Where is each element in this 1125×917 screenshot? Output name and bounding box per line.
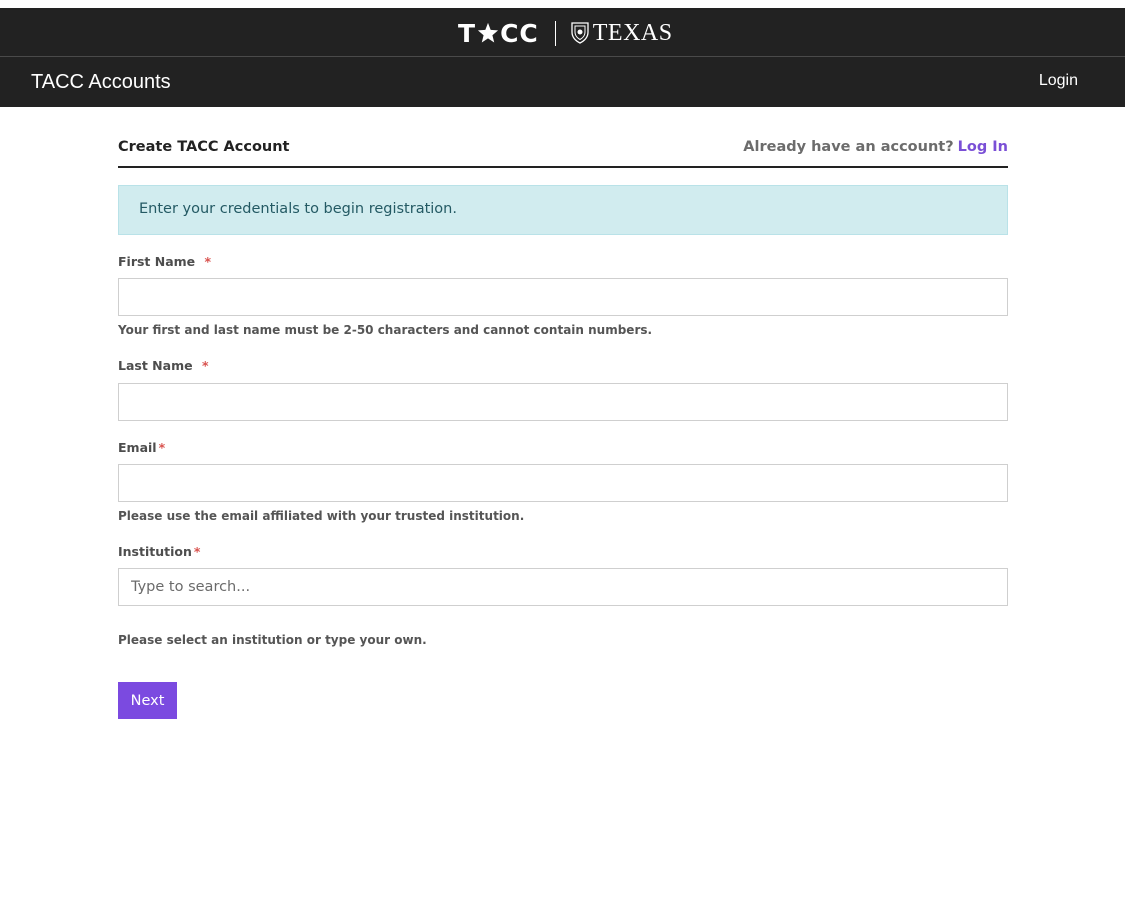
- site-title[interactable]: TACC Accounts: [31, 71, 171, 94]
- texas-logo[interactable]: TEXAS: [593, 20, 673, 47]
- email-label: Email *: [118, 440, 165, 455]
- star-icon: [477, 22, 499, 43]
- form-header: Create TACC Account Already have an acco…: [118, 137, 1008, 168]
- institution-label-text: Institution: [118, 544, 192, 559]
- nav-login-link[interactable]: Login: [1039, 72, 1078, 90]
- institution-label: Institution *: [118, 544, 200, 559]
- brand-divider: [554, 20, 556, 46]
- next-button[interactable]: Next: [118, 682, 177, 719]
- last-name-label: Last Name *: [118, 358, 208, 373]
- tacc-logo[interactable]: T CC: [458, 19, 539, 48]
- nav-bar: TACC Accounts Login: [0, 57, 1125, 107]
- brand-bar: T CC TEXAS: [0, 8, 1125, 57]
- required-mark: *: [158, 440, 166, 455]
- email-help: Please use the email affiliated with you…: [118, 509, 525, 523]
- top-strip: [0, 0, 1125, 8]
- required-mark: *: [193, 544, 201, 559]
- already-text: Already have an account?: [743, 139, 954, 155]
- last-name-label-text: Last Name: [118, 358, 193, 373]
- ut-shield-icon: [571, 22, 589, 44]
- already-have-account: Already have an account? Log In: [743, 139, 1008, 155]
- required-mark: *: [204, 254, 212, 269]
- brand-logos: T CC TEXAS: [458, 19, 673, 48]
- first-name-input[interactable]: [118, 278, 1008, 316]
- institution-search-input[interactable]: [118, 568, 1008, 606]
- first-name-label-text: First Name: [118, 254, 196, 269]
- page-title: Create TACC Account: [118, 139, 290, 155]
- info-alert: Enter your credentials to begin registra…: [118, 185, 1008, 235]
- first-name-help: Your first and last name must be 2-50 ch…: [118, 323, 653, 337]
- institution-help: Please select an institution or type you…: [118, 633, 427, 647]
- last-name-input[interactable]: [118, 383, 1008, 421]
- email-label-text: Email: [118, 440, 157, 455]
- first-name-label: First Name *: [118, 254, 211, 269]
- required-mark: *: [201, 358, 209, 373]
- email-input[interactable]: [118, 464, 1008, 502]
- log-in-link[interactable]: Log In: [958, 139, 1008, 155]
